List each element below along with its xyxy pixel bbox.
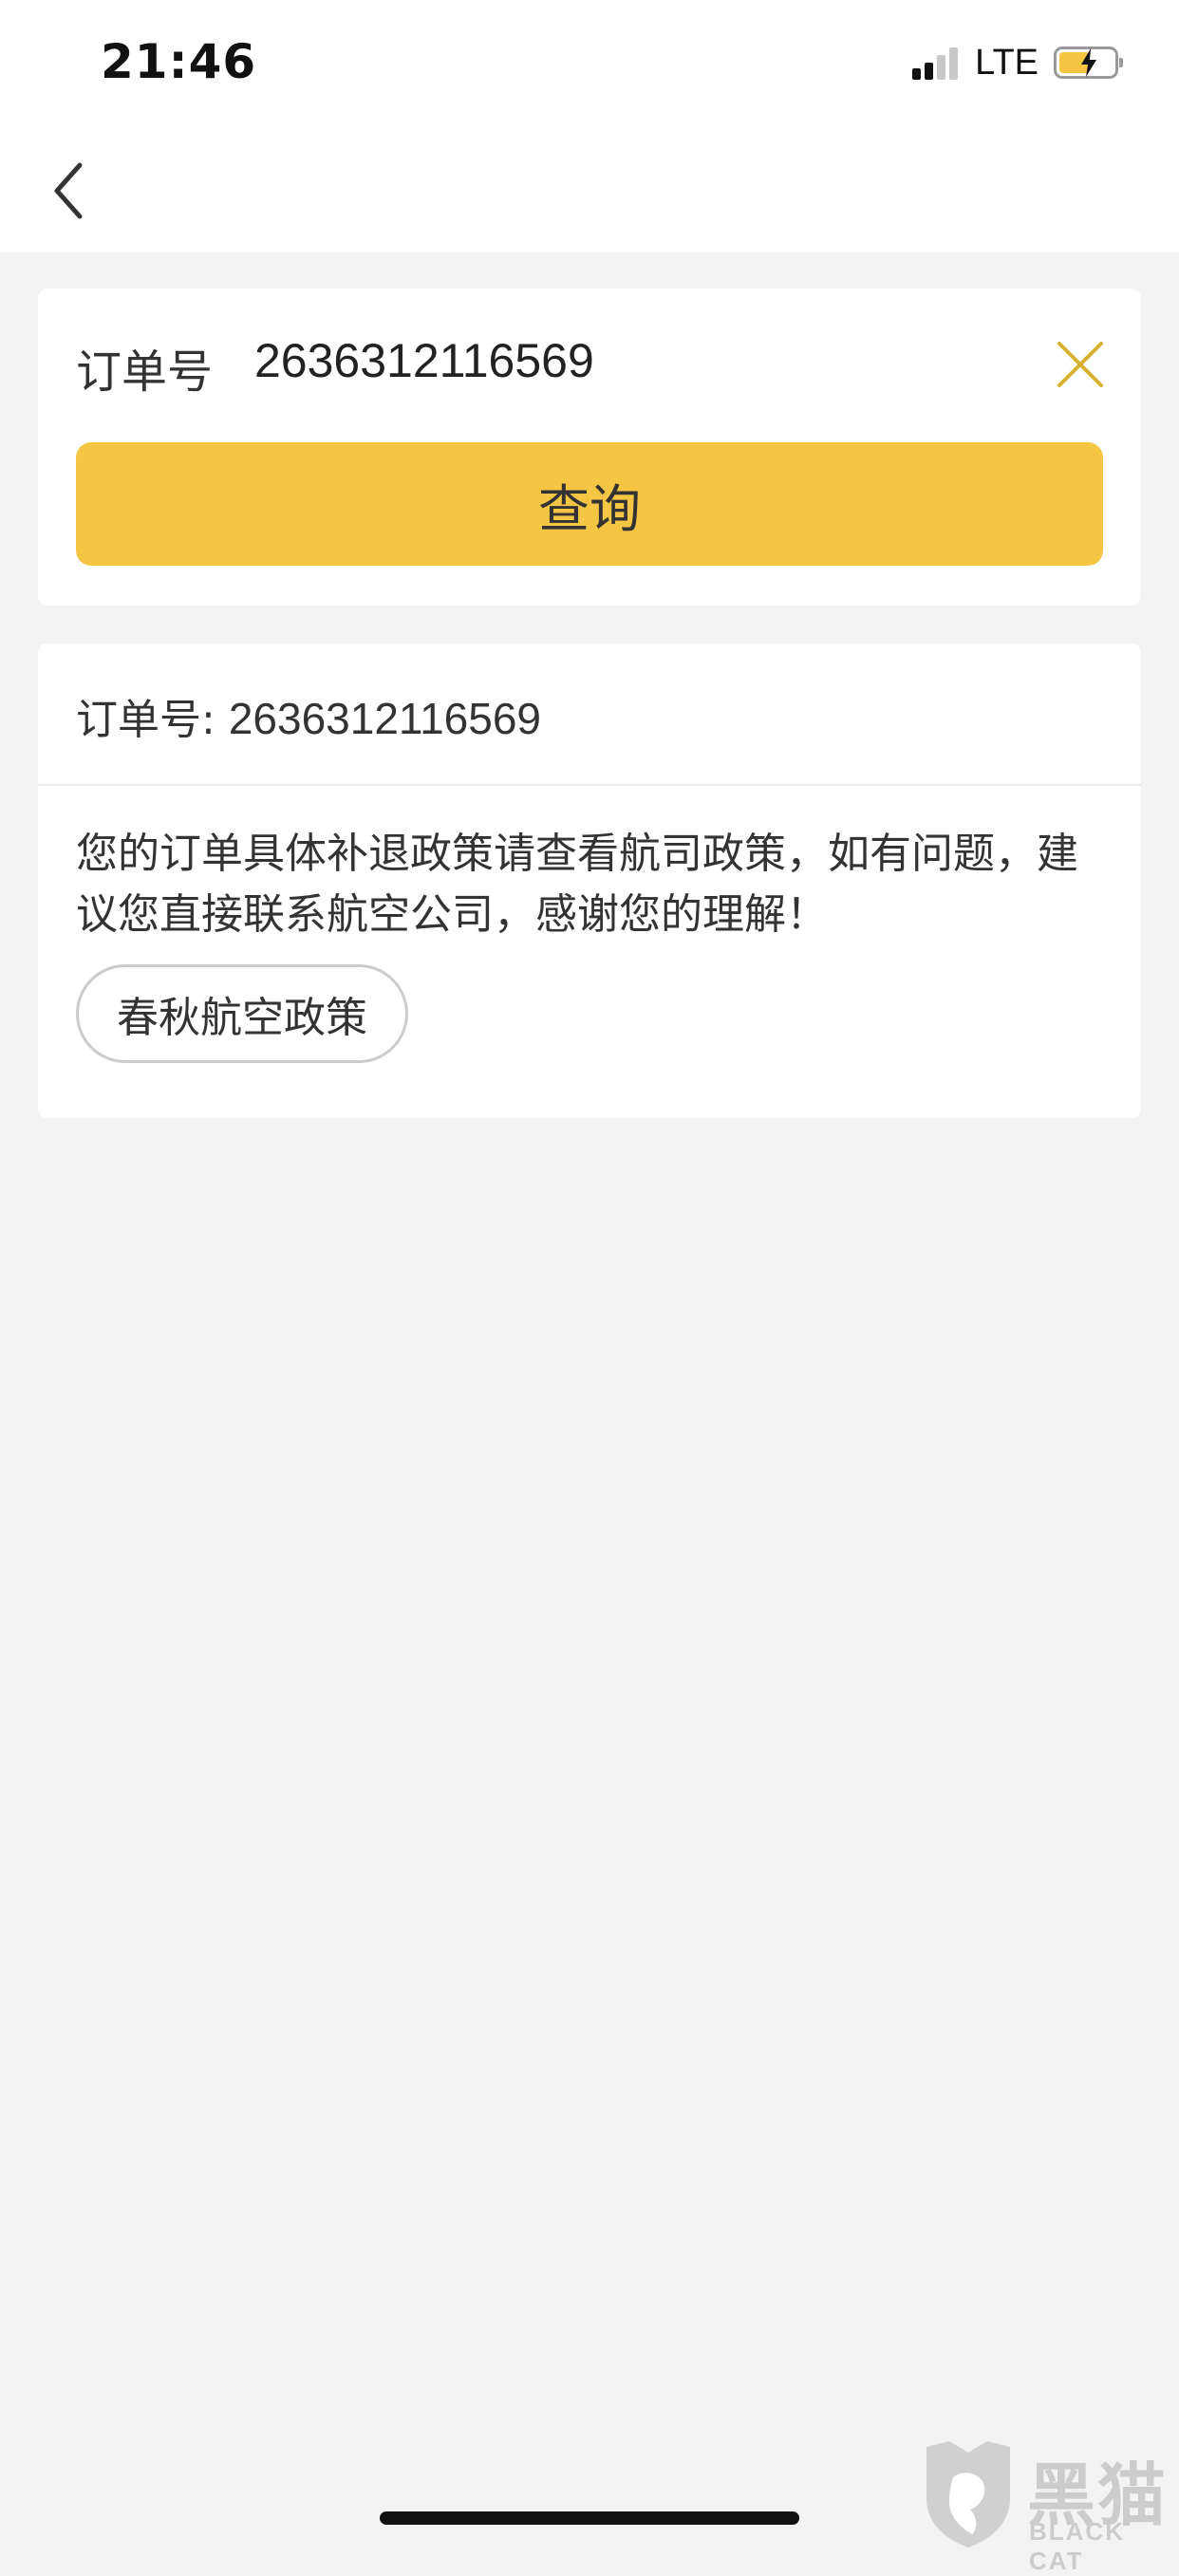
query-button[interactable]: 查询 <box>76 442 1103 566</box>
divider <box>38 784 1141 786</box>
chevron-left-icon[interactable] <box>46 158 95 224</box>
order-number-label: 订单号 <box>76 345 214 399</box>
result-order-label: 订单号: <box>76 696 215 744</box>
network-label: LTE <box>975 42 1039 83</box>
search-card: 订单号 查询 <box>38 289 1141 606</box>
close-icon[interactable] <box>1054 338 1107 391</box>
status-bar: 21:46 LTE <box>0 0 1179 133</box>
order-number-input[interactable] <box>254 327 1033 395</box>
result-card: 订单号: 2636312116569 您的订单具体补退政策请查看航司政策，如有问… <box>38 644 1141 1118</box>
watermark-logo: 黑猫 BLACK CAT <box>921 2439 1179 2575</box>
status-time: 21:46 <box>101 34 257 89</box>
result-order-value: 2636312116569 <box>228 694 541 743</box>
nav-bar <box>0 133 1179 252</box>
policy-notice: 您的订单具体补退政策请查看航司政策，如有问题，建议您直接联系航空公司，感谢您的理… <box>76 830 1078 939</box>
black-cat-shield-icon <box>926 2441 1010 2548</box>
home-indicator <box>380 2511 799 2525</box>
watermark-en: BLACK CAT <box>1029 2517 1125 2575</box>
battery-charging-icon <box>1054 47 1123 79</box>
signal-icon <box>912 46 962 80</box>
airline-policy-button[interactable]: 春秋航空政策 <box>76 964 408 1063</box>
status-indicators: LTE <box>912 42 1123 84</box>
result-order-number: 订单号: 2636312116569 <box>76 685 541 746</box>
